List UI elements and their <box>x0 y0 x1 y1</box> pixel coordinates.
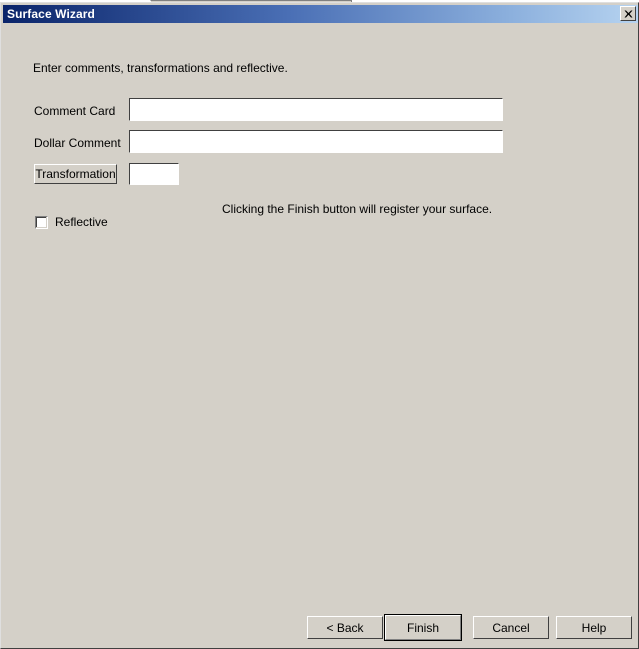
back-button-label: < Back <box>326 620 364 635</box>
dollar-comment-input[interactable] <box>128 129 504 154</box>
reflective-checkbox-row[interactable]: Reflective <box>35 215 108 229</box>
window-title: Surface Wizard <box>7 7 95 21</box>
transformation-button[interactable]: Transformation <box>34 164 117 184</box>
cancel-button[interactable]: Cancel <box>473 616 549 639</box>
help-button-label: Help <box>581 620 607 635</box>
instruction-text: Enter comments, transformations and refl… <box>33 61 288 75</box>
hint-text: Clicking the Finish button will register… <box>222 202 493 216</box>
comment-card-input[interactable] <box>128 97 504 122</box>
transformation-input[interactable] <box>128 162 180 186</box>
dollar-comment-label: Dollar Comment <box>34 136 121 150</box>
close-button[interactable] <box>620 6 636 21</box>
back-button[interactable]: < Back <box>307 616 383 639</box>
finish-button-label: Finish <box>406 620 439 635</box>
dialog-client-area: Enter comments, transformations and refl… <box>3 24 638 648</box>
comment-card-label: Comment Card <box>34 104 116 118</box>
surface-wizard-dialog: Surface Wizard Enter comments, transform… <box>0 2 639 649</box>
transformation-button-label: Transformation <box>35 167 116 181</box>
close-x-icon <box>624 10 633 18</box>
cancel-button-label: Cancel <box>492 620 530 635</box>
reflective-label: Reflective <box>55 215 108 229</box>
reflective-checkbox[interactable] <box>35 215 48 229</box>
help-button[interactable]: Help <box>556 616 632 639</box>
finish-button[interactable]: Finish <box>384 614 462 641</box>
title-bar[interactable]: Surface Wizard <box>3 5 638 23</box>
